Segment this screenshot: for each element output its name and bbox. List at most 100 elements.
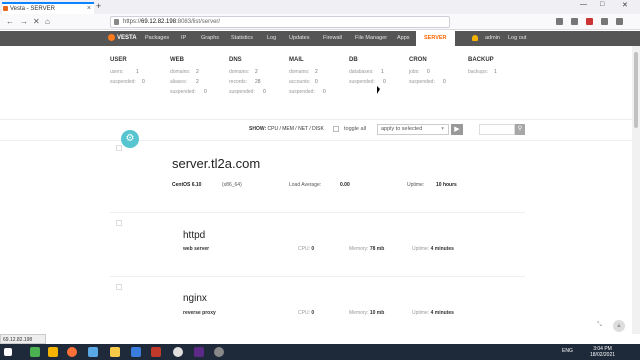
server-os: CentOS 6.10 bbox=[172, 182, 202, 188]
language-indicator[interactable]: ENG bbox=[562, 348, 573, 354]
logout-link[interactable]: Log out bbox=[508, 31, 526, 46]
toggle-all-checkbox[interactable] bbox=[333, 126, 339, 132]
scroll-to-top-button[interactable]: ▲ bbox=[613, 320, 625, 332]
service-desc: reverse proxy bbox=[183, 310, 216, 316]
divider bbox=[0, 140, 632, 141]
vesta-logo-icon bbox=[108, 34, 115, 41]
stat-dns[interactable]: DNS domains: 2 records: 28 suspended: 0 bbox=[229, 57, 266, 99]
url-path: :8083/list/server/ bbox=[176, 19, 221, 25]
stat-dns-title: DNS bbox=[229, 57, 242, 63]
server-uptime-value: 10 hours bbox=[436, 182, 457, 188]
firefox-icon[interactable] bbox=[67, 347, 77, 357]
divider bbox=[110, 212, 525, 213]
stat-cron[interactable]: CRON jobs: 0 suspended: 0 bbox=[409, 57, 446, 89]
browser-tab-strip: Vesta - SERVER × + — □ ✕ bbox=[0, 0, 640, 14]
server-checkbox[interactable] bbox=[116, 145, 122, 151]
service-cpu: CPU: 0 bbox=[298, 246, 315, 252]
url-host: 69.12.82.198 bbox=[141, 19, 177, 25]
user-name[interactable]: admin bbox=[485, 31, 500, 46]
menu-server[interactable]: SERVER bbox=[416, 31, 455, 46]
service-name: httpd bbox=[183, 230, 206, 241]
service-desc: web server bbox=[183, 246, 210, 252]
service-memory: Memory: 78 mb bbox=[349, 246, 385, 252]
server-hostname: server.tl2a.com bbox=[172, 156, 261, 171]
stat-mail[interactable]: MAIL domains: 2 accounts: 0 suspended: 0 bbox=[289, 57, 326, 99]
bell-icon[interactable] bbox=[472, 35, 478, 41]
maximize-button[interactable]: □ bbox=[600, 1, 604, 8]
windows-taskbar: ENG 3:04 PM 18/02/2021 bbox=[0, 344, 640, 360]
menu-packages[interactable]: Packages bbox=[145, 31, 169, 46]
menu-statistics[interactable]: Statistics bbox=[231, 31, 253, 46]
service-checkbox[interactable] bbox=[116, 284, 122, 290]
stat-web-title: WEB bbox=[170, 57, 184, 63]
menu-ip[interactable]: IP bbox=[181, 31, 186, 46]
browser-nav-bar: ← → ✕ ⌂ https://69.12.82.198:8083/list/s… bbox=[0, 14, 640, 30]
server-arch: (x86_64) bbox=[222, 182, 242, 188]
search-icon[interactable]: ⚲ bbox=[515, 124, 525, 135]
tab-close-icon[interactable]: × bbox=[87, 4, 91, 14]
service-uptime: Uptime: 4 minutes bbox=[412, 246, 454, 252]
scrollbar-thumb[interactable] bbox=[634, 52, 638, 128]
stat-user-title: USER bbox=[110, 57, 127, 63]
app-icon[interactable] bbox=[214, 347, 224, 357]
menu-updates[interactable]: Updates bbox=[289, 31, 310, 46]
service-uptime: Uptime: 4 minutes bbox=[412, 310, 454, 316]
show-graphs-links[interactable]: SHOW: CPU / MEM / NET / DISK bbox=[249, 126, 324, 132]
collapse-icon[interactable]: ⤡ bbox=[597, 322, 602, 329]
apply-go-button[interactable]: ▶ bbox=[451, 124, 463, 135]
add-server-settings-button[interactable]: ⚙ bbox=[121, 130, 139, 148]
menu-firewall[interactable]: Firewall bbox=[323, 31, 342, 46]
stat-backup-title: BACKUP bbox=[468, 57, 494, 63]
address-bar[interactable]: https://69.12.82.198:8083/list/server/ bbox=[110, 16, 450, 28]
app-icon[interactable] bbox=[194, 347, 204, 357]
clock[interactable]: 3:04 PM 18/02/2021 bbox=[590, 346, 615, 358]
service-checkbox[interactable] bbox=[116, 220, 122, 226]
stat-web[interactable]: WEB domains: 2 aliases: 2 suspended: 0 bbox=[170, 57, 207, 99]
app-icon[interactable] bbox=[88, 347, 98, 357]
library-icon[interactable] bbox=[556, 18, 563, 25]
apply-to-selected-select[interactable]: apply to selected bbox=[377, 124, 449, 135]
toggle-all-label[interactable]: toggle all bbox=[344, 126, 366, 132]
stat-mail-title: MAIL bbox=[289, 57, 304, 63]
menu-graphs[interactable]: Graphs bbox=[201, 31, 219, 46]
vesta-favicon-icon bbox=[3, 6, 8, 11]
app-icon[interactable] bbox=[131, 347, 141, 357]
forward-button[interactable]: → bbox=[20, 17, 28, 27]
service-name: nginx bbox=[183, 293, 207, 304]
menu-log[interactable]: Log bbox=[267, 31, 276, 46]
tab-title: Vesta - SERVER bbox=[10, 6, 55, 12]
stop-button[interactable]: ✕ bbox=[33, 17, 40, 27]
folder-icon[interactable] bbox=[110, 347, 120, 357]
close-window-button[interactable]: ✕ bbox=[622, 1, 628, 9]
stat-cron-title: CRON bbox=[409, 57, 427, 63]
server-uptime-label: Uptime: bbox=[407, 182, 425, 188]
stat-user[interactable]: USER users: 1 suspended: 0 bbox=[110, 57, 145, 89]
account-icon[interactable] bbox=[601, 18, 608, 25]
search-input[interactable] bbox=[479, 124, 515, 135]
home-button[interactable]: ⌂ bbox=[45, 17, 50, 27]
mouse-cursor bbox=[377, 86, 380, 94]
new-tab-button[interactable]: + bbox=[96, 1, 101, 11]
menu-file-manager[interactable]: File Manager bbox=[355, 31, 387, 46]
back-button[interactable]: ← bbox=[6, 17, 14, 27]
app-icon[interactable] bbox=[48, 347, 58, 357]
sidebar-icon[interactable] bbox=[571, 18, 578, 25]
vesta-logo[interactable]: VESTA bbox=[108, 34, 137, 41]
divider bbox=[0, 119, 632, 120]
stat-backup[interactable]: BACKUP backups: 1 bbox=[468, 57, 497, 79]
settings-icon[interactable] bbox=[173, 347, 183, 357]
menu-apps[interactable]: Apps bbox=[397, 31, 410, 46]
status-url: 69.12.82.198 bbox=[0, 334, 46, 344]
service-memory: Memory: 10 mb bbox=[349, 310, 385, 316]
divider bbox=[110, 276, 525, 277]
app-icon[interactable] bbox=[151, 347, 161, 357]
app-icon[interactable] bbox=[30, 347, 40, 357]
menu-icon[interactable] bbox=[616, 18, 623, 25]
windows-start-icon[interactable] bbox=[4, 348, 12, 356]
vesta-top-menu: VESTA Packages IP Graphs Statistics Log … bbox=[0, 31, 640, 46]
stat-db[interactable]: DB databases: 1 suspended: 0 bbox=[349, 57, 386, 89]
shield-icon[interactable] bbox=[586, 18, 593, 25]
minimize-button[interactable]: — bbox=[580, 1, 587, 8]
stat-db-title: DB bbox=[349, 57, 358, 63]
browser-tab[interactable]: Vesta - SERVER × bbox=[2, 2, 94, 14]
